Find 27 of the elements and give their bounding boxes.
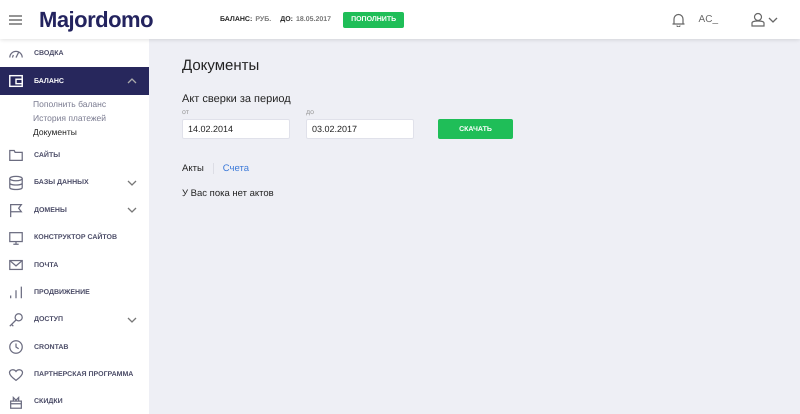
sidebar-icon — [8, 147, 24, 164]
sidebar-icon — [8, 202, 24, 218]
sidebar-icon — [8, 394, 24, 410]
user-icon — [751, 12, 765, 27]
chevron-icon — [768, 16, 778, 22]
submenu-item[interactable]: Пополнить баланс — [33, 96, 149, 111]
sidebar-icon — [8, 339, 24, 356]
date-from-field[interactable]: 14.02.2014 — [182, 119, 290, 139]
sidebar-icon — [8, 312, 24, 328]
menu-icon[interactable] — [9, 14, 22, 24]
tab[interactable]: Счета — [214, 163, 258, 174]
account-name[interactable]: AC_ — [698, 14, 718, 25]
submenu-item[interactable]: Документы — [33, 124, 149, 139]
tab[interactable]: Акты — [182, 163, 214, 174]
sidebar-icon — [8, 230, 24, 246]
submenu-item[interactable]: История платежей — [33, 110, 149, 125]
sidebar-icon — [8, 73, 24, 90]
user-menu[interactable] — [751, 12, 778, 27]
sidebar-icon — [8, 284, 24, 300]
empty-message: У Вас пока нет актов — [182, 188, 275, 199]
sidebar-icon — [8, 174, 24, 191]
sidebar-icon — [8, 366, 24, 383]
logo[interactable]: Majordomo — [39, 4, 157, 34]
page-title: Документы — [182, 57, 260, 74]
section-title: Акт сверки за период — [182, 93, 292, 105]
date-to-field[interactable]: 03.02.2017 — [306, 119, 414, 139]
bell-icon[interactable] — [672, 12, 685, 26]
